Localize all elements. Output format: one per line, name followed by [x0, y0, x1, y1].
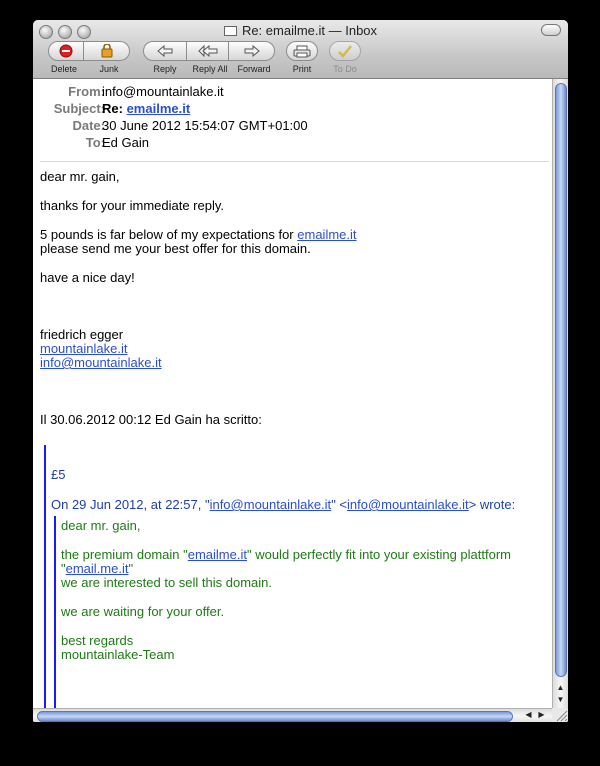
reply-button[interactable] [143, 41, 187, 61]
title-bar: Re: emailme.it — Inbox Delete Junk Reply… [33, 20, 568, 79]
closing-text: have a nice day! [40, 270, 135, 285]
nested-greeting: dear mr. gain, [61, 518, 141, 533]
toolbar-toggle-button[interactable] [541, 24, 561, 36]
vertical-scrollbar[interactable]: ▲ ▼ [552, 79, 568, 708]
header-divider [40, 161, 549, 162]
offer-link[interactable]: emailme.it [297, 227, 356, 242]
reply-all-button[interactable] [187, 41, 229, 61]
from-row: From: info@mountainlake.it [33, 83, 549, 100]
offer-paragraph: 5 pounds is far below of my expectations… [40, 228, 548, 256]
signature: friedrich egger mountainlake.it info@mount… [40, 328, 548, 370]
quoted-amount: £5 [51, 467, 66, 482]
message-headers: From: info@mountainlake.it Subject: Re: … [33, 83, 549, 151]
todo-button[interactable] [329, 41, 361, 61]
delete-icon [59, 44, 73, 58]
date-row: Date: 30 June 2012 15:54:07 GMT+01:00 [33, 117, 549, 134]
junk-icon [101, 44, 112, 58]
quoted-attr-prefix: On 29 Jun 2012, at 22:57, " [51, 497, 210, 512]
subject-label: Subject: [53, 101, 105, 116]
quoted-attr-email-link[interactable]: info@mountainlake.it [210, 497, 332, 512]
nested-line-1-suffix: " would perfectly fit into your existing… [246, 547, 511, 562]
quoted-attr-email-link-2[interactable]: info@mountainlake.it [347, 497, 469, 512]
horizontal-scrollbar[interactable]: ◀ ▶ [33, 708, 552, 722]
greeting-text: dear mr. gain, [40, 169, 120, 184]
nested-quoted-message: dear mr. gain, the premium domain "email… [54, 516, 546, 722]
quoted-attribution: On 29 Jun 2012, at 22:57, "info@mountain… [51, 497, 515, 512]
nested-emailme-link[interactable]: emailme.it [188, 547, 247, 562]
junk-label: Junk [99, 64, 119, 74]
vertical-scroll-thumb[interactable] [555, 83, 567, 677]
scroll-down-arrow-icon[interactable]: ▼ [553, 695, 568, 704]
subject-prefix: Re: [102, 101, 123, 116]
forward-arrow-icon [244, 45, 260, 57]
nested-line-1-prefix: the premium domain " [61, 547, 188, 562]
from-label: From: [68, 84, 105, 99]
nested-email-me-link[interactable]: email.me.it [66, 561, 129, 576]
scroll-right-arrow-icon[interactable]: ▶ [534, 710, 549, 719]
todo-label: To Do [333, 64, 357, 74]
nested-line-5: best regards [61, 633, 134, 648]
nested-line-3: we are interested to sell this domain. [61, 575, 272, 590]
date-label: Date: [72, 118, 105, 133]
junk-button[interactable] [84, 41, 130, 61]
reply-arrow-icon [157, 45, 173, 57]
resize-grip-icon[interactable] [552, 708, 568, 722]
to-row: To: Ed Gain [33, 134, 549, 151]
nested-line-6: mountainlake-Team [61, 647, 175, 662]
delete-button[interactable] [48, 41, 84, 61]
window-title: Re: emailme.it — Inbox [33, 23, 568, 38]
subject-value: Re: emailme.it [102, 100, 190, 117]
date-value: 30 June 2012 15:54:07 GMT+01:00 [102, 118, 308, 133]
print-button[interactable] [286, 41, 318, 61]
subject-link[interactable]: emailme.it [127, 101, 191, 116]
nested-line-2: "email.me.it" [61, 562, 133, 576]
thanks-text: thanks for your immediate reply. [40, 198, 224, 213]
scroll-up-arrow-icon[interactable]: ▲ [553, 683, 568, 692]
nested-line-4: we are waiting for your offer. [61, 604, 225, 619]
attribution-line: Il 30.06.2012 00:12 Ed Gain ha scritto: [40, 412, 262, 427]
to-value[interactable]: Ed Gain [102, 134, 149, 151]
from-value[interactable]: info@mountainlake.it [102, 83, 224, 100]
window-title-text: Re: emailme.it — Inbox [241, 23, 378, 38]
offer-line2: please send me your best offer for this … [40, 241, 311, 256]
signature-site-link[interactable]: mountainlake.it [40, 341, 127, 356]
forward-button[interactable] [229, 41, 275, 61]
signature-email-link[interactable]: info@mountainlake.it [40, 355, 162, 370]
mail-window: Re: emailme.it — Inbox Delete Junk Reply… [33, 20, 568, 722]
quoted-attr-suffix: > wrote: [468, 497, 516, 512]
reply-all-arrow-icon [197, 45, 217, 57]
nested-line-2-close: " [128, 561, 134, 576]
printer-icon [293, 45, 311, 57]
nested-line-1: the premium domain "emailme.it" would pe… [61, 548, 511, 562]
quoted-attr-mid: " < [331, 497, 348, 512]
horizontal-scroll-thumb[interactable] [37, 711, 513, 722]
envelope-icon [223, 26, 237, 36]
message-body: dear mr. gain, thanks for your immediate… [40, 170, 548, 442]
subject-row: Subject: Re: emailme.it [33, 100, 549, 117]
offer-text: 5 pounds is far below of my expectations… [40, 227, 294, 242]
signature-name: friedrich egger [40, 327, 124, 342]
checkmark-icon [338, 44, 352, 58]
